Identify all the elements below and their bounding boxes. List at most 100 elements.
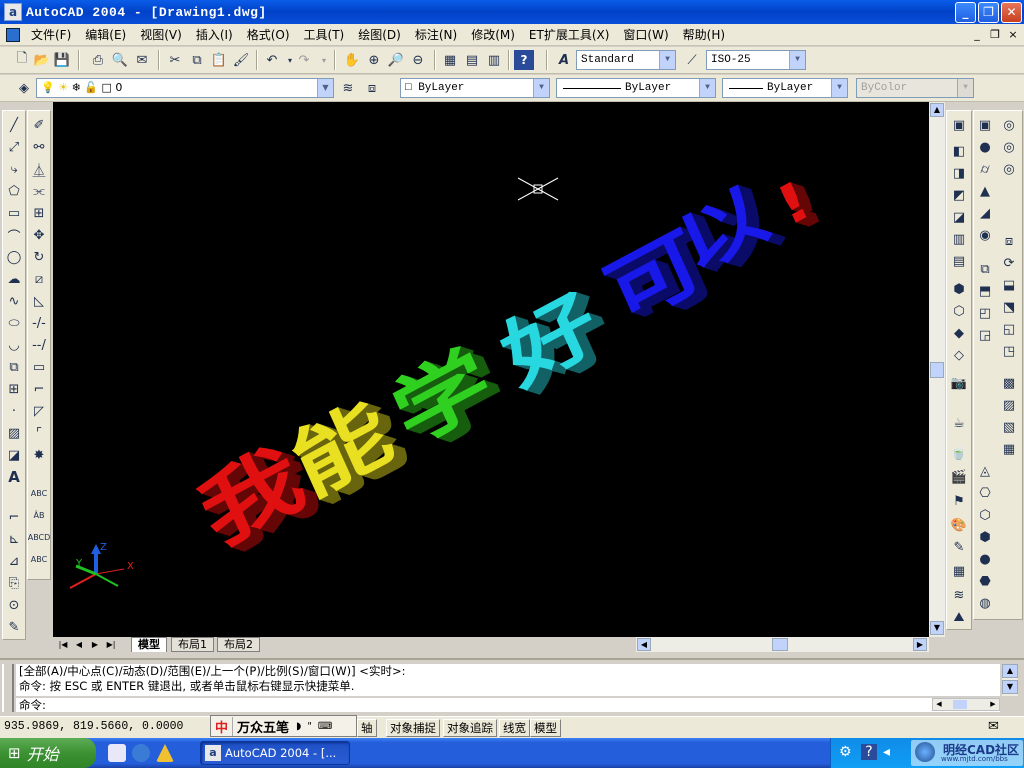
- render-icon[interactable]: ☕: [949, 413, 969, 433]
- hatch-icon[interactable]: ▨: [4, 423, 24, 443]
- zoom-window-icon[interactable]: 🔎: [386, 50, 406, 70]
- tool-palettes-icon[interactable]: ▥: [484, 50, 504, 70]
- edge-surface-icon[interactable]: ◍: [975, 593, 995, 613]
- insert-block-icon[interactable]: ⧉: [4, 357, 24, 377]
- status-lineweight-button[interactable]: 线宽: [499, 719, 530, 737]
- start-button[interactable]: ⊞ 开始: [0, 738, 96, 768]
- tray-volume-icon[interactable]: ◂: [883, 744, 890, 760]
- materials-library-icon[interactable]: 🎨: [949, 515, 969, 535]
- background-icon[interactable]: ▦: [949, 561, 969, 581]
- box3d-icon[interactable]: ⧉: [975, 259, 995, 279]
- extend-icon[interactable]: --/: [29, 335, 49, 355]
- tab-model[interactable]: 模型: [131, 637, 167, 652]
- menu-file[interactable]: 文件(F): [24, 26, 78, 43]
- text-fit-icon[interactable]: ABC: [29, 483, 49, 503]
- show-desktop-icon[interactable]: [108, 744, 126, 762]
- torus3-icon[interactable]: ◎: [999, 159, 1019, 179]
- dimension-style-dropdown[interactable]: ISO-25 ▼: [706, 50, 806, 70]
- front-view-icon[interactable]: ▥: [949, 229, 969, 249]
- ime-brand-icon[interactable]: 中: [211, 716, 234, 736]
- bottom-view-icon[interactable]: ◨: [949, 163, 969, 183]
- ellipse-icon[interactable]: ⬭: [4, 313, 24, 333]
- minimize-button[interactable]: _: [955, 2, 976, 23]
- print-preview-icon[interactable]: 🔍: [110, 50, 130, 70]
- ruled-surface-icon[interactable]: ⬣: [975, 571, 995, 591]
- ime-keyboard-icon[interactable]: ⌨: [315, 721, 335, 732]
- circle-icon[interactable]: ◯: [4, 247, 24, 267]
- scene-icon[interactable]: 🍵: [949, 443, 969, 463]
- scroll-left-icon[interactable]: ◀: [933, 699, 945, 710]
- menu-draw[interactable]: 绘图(D): [351, 26, 408, 43]
- publish-icon[interactable]: ✉: [132, 50, 152, 70]
- color-dropdown[interactable]: □ ByLayer ▼: [400, 78, 550, 98]
- ime-fullwidth-icon[interactable]: ◗: [293, 721, 304, 732]
- ucs-icon[interactable]: ⌐: [4, 507, 24, 527]
- right-view-icon[interactable]: ◪: [949, 207, 969, 227]
- ucs-object-icon[interactable]: ⎘: [4, 573, 24, 593]
- 3d-face-icon[interactable]: ⎔: [975, 483, 995, 503]
- text-style-icon[interactable]: A: [554, 50, 574, 70]
- autocad-app-icon[interactable]: a: [4, 3, 22, 21]
- cone-icon[interactable]: ▲: [975, 181, 995, 201]
- banner-glyph[interactable]: 好好好好好好好好好好好: [488, 272, 624, 413]
- zoom-realtime-icon[interactable]: ⊕: [364, 50, 384, 70]
- camera-icon[interactable]: 📷: [949, 373, 969, 393]
- ime-toolbar[interactable]: 中 万众五笔 ◗ " ⌨: [210, 715, 357, 737]
- properties-icon[interactable]: ▦: [440, 50, 460, 70]
- horizontal-scroll-thumb[interactable]: [953, 700, 967, 709]
- setup-drawing-icon[interactable]: ◳: [999, 341, 1019, 361]
- menu-tools[interactable]: 工具(T): [297, 26, 352, 43]
- mapping-icon[interactable]: ✎: [949, 537, 969, 557]
- scroll-right-icon[interactable]: ▶: [987, 699, 999, 710]
- ucs-apply-icon[interactable]: ✎: [4, 617, 24, 637]
- intersect-icon[interactable]: ◲: [975, 325, 995, 345]
- command-hscrollbar[interactable]: ◀ ▶: [932, 698, 1000, 711]
- materials-icon[interactable]: ⚑: [949, 491, 969, 511]
- menu-view[interactable]: 视图(V): [133, 26, 189, 43]
- arc-icon[interactable]: ⌒: [4, 225, 24, 245]
- landscape-icon[interactable]: ⛰: [949, 607, 969, 627]
- scroll-right-icon[interactable]: ▶: [913, 638, 927, 651]
- polyline-icon[interactable]: ⤷: [4, 159, 24, 179]
- scroll-up-icon[interactable]: ▲: [1002, 664, 1018, 678]
- tab-layout2[interactable]: 布局2: [217, 637, 260, 652]
- multiline-text-icon[interactable]: A: [4, 467, 24, 487]
- tab-layout1[interactable]: 布局1: [171, 637, 214, 652]
- break-at-point-icon[interactable]: ▭: [29, 357, 49, 377]
- mirror-icon[interactable]: ⏅: [29, 159, 49, 179]
- doc-close-button[interactable]: ×: [1006, 28, 1020, 41]
- ime-name[interactable]: 万众五笔: [233, 717, 293, 736]
- prev-tab-icon[interactable]: ◀: [72, 638, 86, 651]
- interfere-icon[interactable]: ◱: [999, 319, 1019, 339]
- tabulated-surface-icon[interactable]: ●: [975, 549, 995, 569]
- explode-icon[interactable]: ✸: [29, 445, 49, 465]
- solid-edit-icon[interactable]: ▧: [999, 417, 1019, 437]
- stretch-icon[interactable]: ◺: [29, 291, 49, 311]
- copy-icon[interactable]: ⧉: [187, 50, 207, 70]
- scroll-down-icon[interactable]: ▼: [930, 621, 944, 635]
- copy-object-icon[interactable]: ⚯: [29, 137, 49, 157]
- new-file-icon[interactable]: 🗋: [12, 50, 32, 70]
- drawing-canvas[interactable]: 我我我我我我我我我我我能能能能能能能能能能能学学学学学学学学学学学好好好好好好好…: [53, 102, 929, 637]
- pan-realtime-icon[interactable]: ✋: [342, 50, 362, 70]
- erase-icon[interactable]: ✐: [29, 115, 49, 135]
- doc-minimize-button[interactable]: _: [970, 28, 984, 41]
- offset-icon[interactable]: ⫘: [29, 181, 49, 201]
- ne-iso-icon[interactable]: ◆: [949, 323, 969, 343]
- linetype-dropdown[interactable]: ByLayer ▼: [556, 78, 716, 98]
- array-icon[interactable]: ⊞: [29, 203, 49, 223]
- taskbar-autocad-item[interactable]: a AutoCAD 2004 - [...: [200, 741, 350, 765]
- region-icon[interactable]: ◪: [4, 445, 24, 465]
- setup-view-icon[interactable]: ▩: [999, 373, 1019, 393]
- arc-aligned-text-icon[interactable]: ABCD: [28, 527, 51, 547]
- make-current-layer-icon[interactable]: ≋: [338, 78, 358, 98]
- media-player-icon[interactable]: [132, 744, 150, 762]
- next-tab-icon[interactable]: ▶: [88, 638, 102, 651]
- ime-punctuation-icon[interactable]: ": [304, 721, 315, 732]
- 3d-text-banner[interactable]: 我我我我我我我我我我我能能能能能能能能能能能学学学学学学学学学学学好好好好好好好…: [186, 163, 833, 573]
- scale-icon[interactable]: ⧄: [29, 269, 49, 289]
- subtract-icon[interactable]: ◰: [975, 303, 995, 323]
- command-scrollbar[interactable]: ▲ ▼: [1002, 664, 1018, 696]
- revolve-icon[interactable]: ⟳: [999, 253, 1019, 273]
- top-view-icon[interactable]: ◧: [949, 141, 969, 161]
